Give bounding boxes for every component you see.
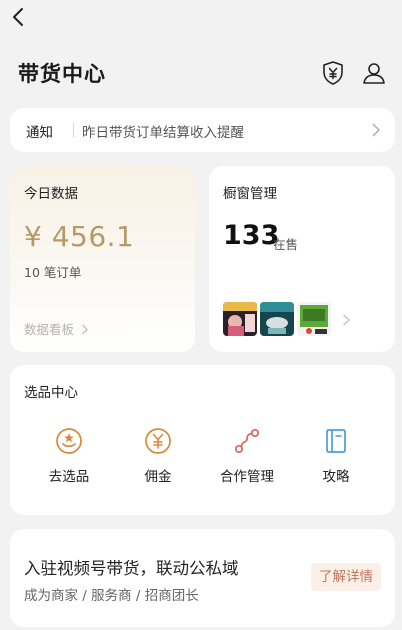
data-dashboard-label: 数据看板 [24,322,75,337]
today-orders: 10 笔订单 [24,265,82,280]
guide-book-icon [326,429,346,453]
cooperation-management-button[interactable]: 合作管理 [207,427,287,485]
showcase-count: 133 [223,220,280,251]
notice-bar[interactable]: 通知 昨日带货订单结算收入提醒 [10,108,395,152]
notice-divider [73,123,74,137]
go-select-products-button[interactable]: 去选品 [29,427,109,485]
showcase-card[interactable]: 橱窗管理 133 在售 [209,166,395,352]
promo-banner: 入驻视频号带货，联动公私域 成为商家 / 服务商 / 招商团长 了解详情 [10,529,395,627]
today-amount: ¥ 456.1 [24,220,135,253]
product-select-icon [56,428,82,454]
selection-center-label: 选品中心 [24,385,78,401]
chevron-right-icon [342,314,351,326]
back-arrow-icon[interactable] [8,6,30,28]
today-data-label: 今日数据 [24,186,78,202]
learn-more-button[interactable]: 了解详情 [311,563,381,591]
notice-tag: 通知 [26,125,53,141]
promo-headline: 入驻视频号带货，联动公私域 [24,559,239,578]
product-thumbnail[interactable] [297,302,331,336]
user-icon[interactable] [361,60,387,86]
go-select-products-label: 去选品 [48,469,90,485]
commission-button[interactable]: 佣金 [118,427,198,485]
yuan-coin-icon [145,428,171,454]
shield-yuan-icon[interactable] [320,60,346,86]
data-dashboard-link[interactable]: 数据看板 [24,319,89,338]
product-thumbnail[interactable] [223,302,257,336]
commission-label: 佣金 [144,469,172,485]
showcase-unit: 在售 [273,237,299,252]
selection-center-card: 选品中心 去选品 佣金 合作管理 攻略 [10,365,395,515]
guide-button[interactable]: 攻略 [296,427,376,485]
today-data-card[interactable]: 今日数据 ¥ 456.1 10 笔订单 数据看板 [10,166,195,352]
showcase-label: 橱窗管理 [223,186,277,202]
cooperation-icon [234,428,260,454]
product-thumbnail[interactable] [260,302,294,336]
chevron-right-icon [81,324,89,335]
guide-label: 攻略 [322,469,350,485]
notice-message: 昨日带货订单结算收入提醒 [82,125,244,141]
page-title: 带货中心 [18,62,106,86]
chevron-right-icon [372,123,381,137]
cooperation-management-label: 合作管理 [220,469,274,485]
promo-subtitle: 成为商家 / 服务商 / 招商团长 [24,588,199,604]
